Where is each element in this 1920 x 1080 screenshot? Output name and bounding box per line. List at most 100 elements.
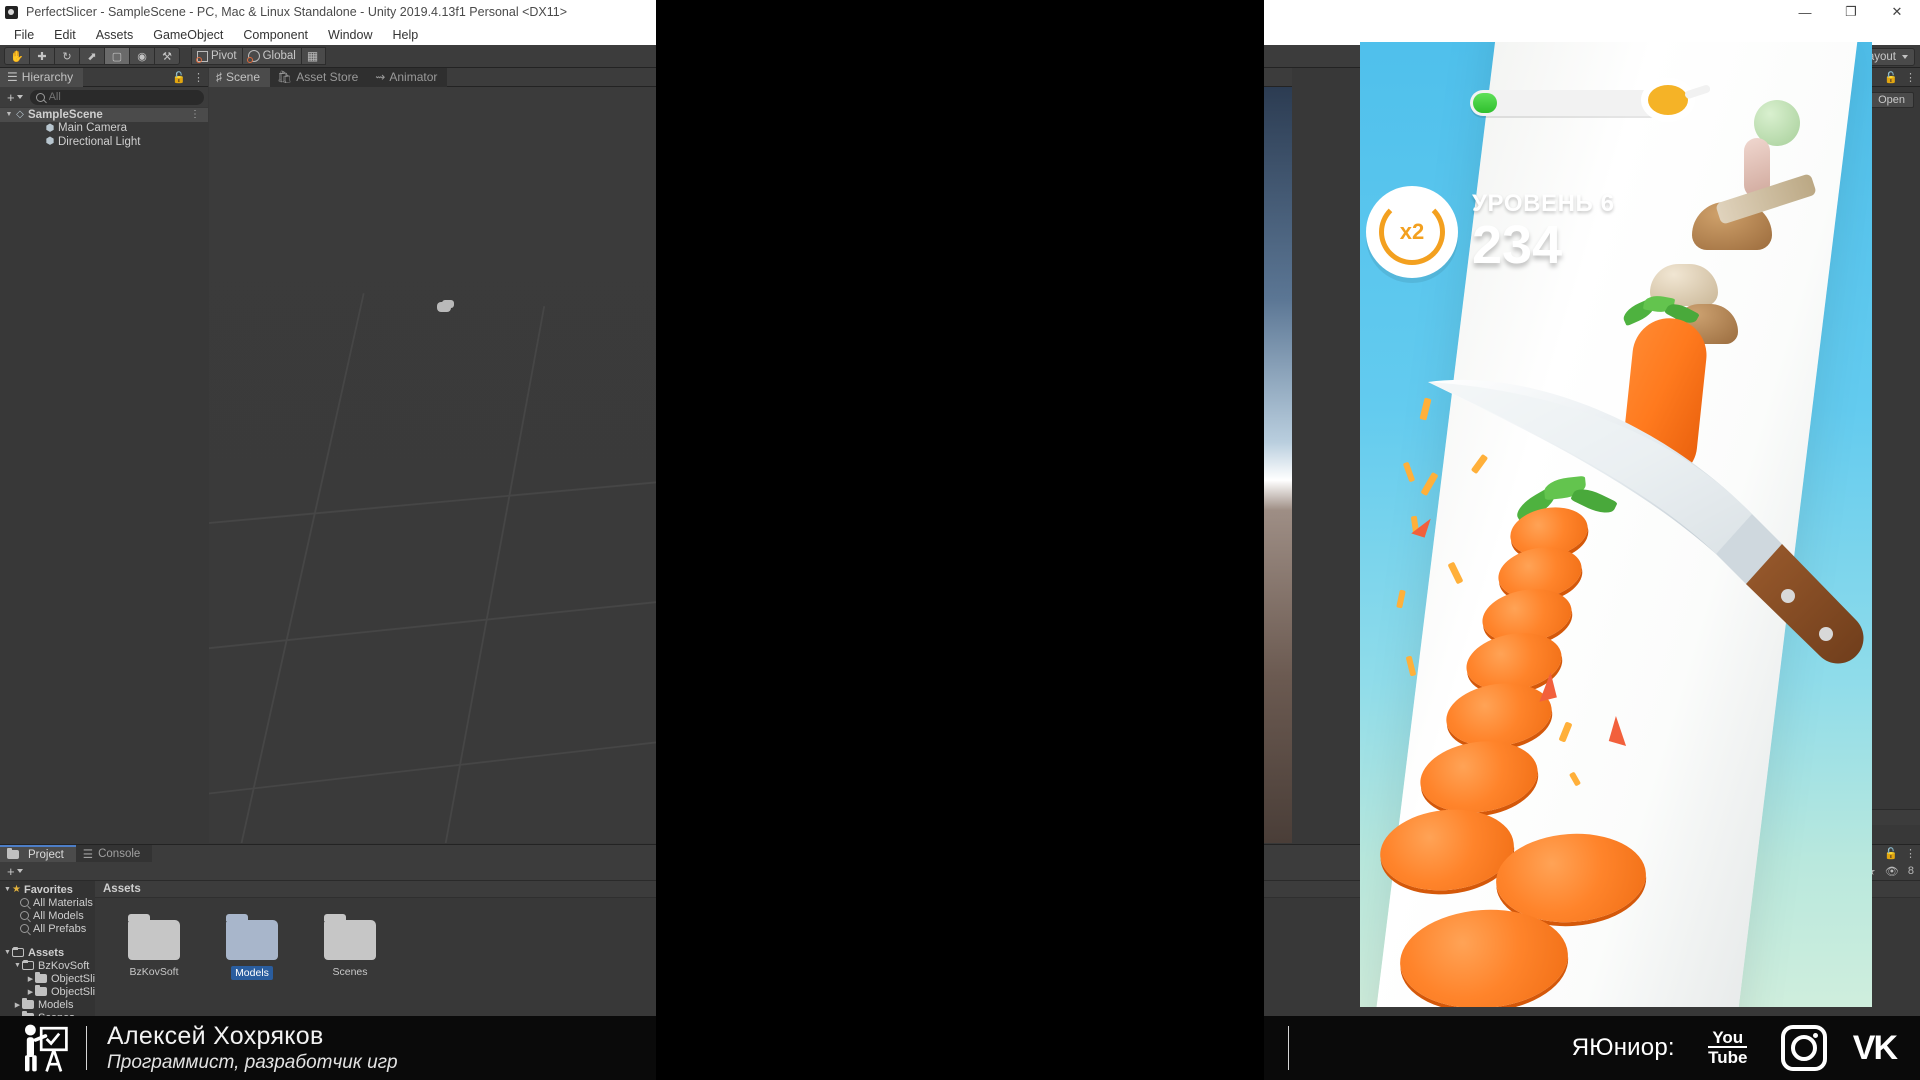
presenter-role: Программист, разработчик игр (107, 1052, 398, 1073)
branding-right: ЯЮниор: You Tube VK (1264, 1016, 1920, 1080)
global-toggle[interactable]: Global (241, 47, 302, 65)
carrot-chip (1402, 461, 1416, 483)
tab-project[interactable]: Project (0, 845, 76, 862)
custom-tool-icon[interactable]: ⚒ (154, 47, 180, 65)
chevron-right-icon[interactable]: ▶ (26, 975, 35, 983)
search-icon (20, 924, 29, 933)
panel-menu-icon[interactable]: ⋮ (1905, 847, 1916, 860)
chevron-down-icon[interactable]: ▼ (3, 886, 12, 893)
tab-hierarchy[interactable]: ☰ Hierarchy (0, 67, 84, 87)
project-tree-label: Favorites (23, 883, 73, 896)
tab-scene[interactable]: ♯ Scene (209, 67, 271, 87)
project-tree-models[interactable]: ▶ Models (0, 998, 95, 1011)
hierarchy-search-input[interactable] (48, 91, 198, 103)
project-tree-label: BzKovSoft (38, 959, 90, 972)
tab-animator[interactable]: ⇝ Animator (368, 67, 448, 87)
globe-icon (246, 50, 260, 63)
hierarchy-tree: ▼ ◇ SampleScene ⋮ ⬢ Main Camera ⬢ Direct… (0, 107, 208, 149)
chevron-right-icon[interactable]: ▶ (26, 988, 35, 996)
scale-tool-icon[interactable]: ⬈ (79, 47, 105, 65)
panel-menu-icon[interactable]: ⋮ (1905, 71, 1916, 84)
visibility-icon[interactable]: 👁 (1885, 865, 1899, 878)
hierarchy-row-directional-light[interactable]: ⬢ Directional Light (0, 135, 208, 149)
youtube-icon[interactable]: You Tube (1701, 1025, 1755, 1071)
hierarchy-row-main-camera[interactable]: ⬢ Main Camera (0, 122, 208, 136)
project-tree-assets[interactable]: ▼ Assets (0, 946, 95, 959)
move-tool-icon[interactable]: ✚ (29, 47, 55, 65)
project-tree-objectsli-1[interactable]: ▶ ObjectSli (0, 972, 95, 985)
score-value: 234 (1472, 215, 1563, 275)
hierarchy-search-field[interactable] (29, 89, 204, 105)
menu-assets[interactable]: Assets (86, 26, 144, 44)
menu-window[interactable]: Window (318, 26, 382, 44)
project-tree-all-models[interactable]: All Models (0, 909, 95, 922)
asset-label: Models (231, 966, 273, 980)
menu-gameobject[interactable]: GameObject (143, 26, 233, 44)
create-asset-button[interactable]: + (4, 864, 26, 879)
transform-tool-icon[interactable]: ◉ (129, 47, 155, 65)
project-tree-label: Assets (28, 946, 65, 959)
progress-fill (1473, 93, 1497, 113)
hierarchy-toolbar: + (0, 87, 208, 107)
grid-snap-toggle[interactable]: ▦ (300, 47, 326, 65)
minimize-button[interactable]: — (1782, 0, 1828, 24)
project-tree-objectsli-2[interactable]: ▶ ObjectSli (0, 985, 95, 998)
unity-logo-icon (0, 0, 22, 24)
vk-icon[interactable]: VK (1853, 1029, 1898, 1068)
project-tree-all-materials[interactable]: All Materials (0, 896, 95, 909)
menu-component[interactable]: Component (233, 26, 318, 44)
asset-label: BzKovSoft (129, 966, 179, 978)
open-button[interactable]: Open (1869, 92, 1914, 108)
branding-left: Алексей Хохряков Программист, разработчи… (0, 1016, 656, 1080)
asset-badge-count: 8 (1907, 865, 1914, 877)
asset-item-scenes[interactable]: Scenes (313, 914, 387, 980)
rect-tool-icon[interactable]: ▢ (104, 47, 130, 65)
project-tree-label: ObjectSli (51, 985, 95, 998)
menu-file[interactable]: File (4, 26, 44, 44)
tab-scene-label: Scene (226, 70, 261, 84)
search-icon (20, 898, 29, 907)
rotate-tool-icon[interactable]: ↻ (54, 47, 80, 65)
chevron-down-icon (1902, 54, 1908, 59)
project-tree-bzkovsoft[interactable]: ▼ BzKovSoft (0, 959, 95, 972)
chevron-down-icon[interactable]: ▼ (4, 111, 14, 118)
scene-selected-object-icon[interactable] (437, 302, 451, 312)
chevron-down-icon[interactable]: ▼ (13, 962, 22, 969)
chevron-right-icon[interactable]: ▶ (13, 1001, 22, 1009)
chevron-down-icon[interactable]: ▼ (3, 949, 12, 956)
pivot-toggle[interactable]: Pivot (191, 47, 243, 65)
lock-icon[interactable]: 🔓 (1884, 71, 1898, 84)
chevron-down-icon (16, 869, 23, 873)
project-tree-label: All Prefabs (33, 922, 87, 935)
console-icon: ☰ (82, 848, 94, 861)
tab-console[interactable]: ☰ Console (75, 845, 153, 862)
project-tree-all-prefabs[interactable]: All Prefabs (0, 922, 95, 935)
presenter-glyph (25, 1024, 68, 1072)
create-object-button[interactable]: + (4, 90, 26, 105)
asset-label: Scenes (332, 966, 368, 978)
menu-edit[interactable]: Edit (44, 26, 86, 44)
panel-menu-icon[interactable]: ⋮ (193, 71, 204, 84)
row-menu-icon[interactable]: ⋮ (190, 109, 200, 120)
lock-icon[interactable]: 🔓 (1884, 847, 1898, 860)
asset-item-bzkovsoft[interactable]: BzKovSoft (117, 914, 191, 980)
hierarchy-row-samplescene[interactable]: ▼ ◇ SampleScene ⋮ (0, 108, 208, 122)
folder-icon (22, 960, 34, 970)
youtube-tube-label: Tube (1708, 1046, 1748, 1067)
maximize-button[interactable]: ❐ (1828, 0, 1874, 24)
global-label: Global (262, 50, 296, 62)
plus-icon: + (7, 89, 15, 105)
hand-tool-icon[interactable]: ✋ (4, 47, 30, 65)
instagram-icon[interactable] (1780, 1025, 1827, 1071)
asset-item-models[interactable]: Models (215, 914, 289, 980)
inspector-header-icons: 🔓 ⋮ (1884, 71, 1916, 84)
close-button[interactable]: ✕ (1874, 0, 1920, 24)
hierarchy-label-directional-light: Directional Light (58, 135, 141, 148)
folder-icon (22, 998, 34, 1009)
tab-asset-store[interactable]: 🛍 Asset Store (270, 67, 369, 87)
project-tree-favorites[interactable]: ▼ ★ Favorites (0, 883, 95, 896)
lock-icon[interactable]: 🔓 (172, 71, 186, 84)
menu-help[interactable]: Help (382, 26, 428, 44)
game-screen[interactable]: x2 УРОВЕНЬ 6 234 (1360, 42, 1872, 1007)
level-label: УРОВЕНЬ 6 (1472, 190, 1615, 217)
